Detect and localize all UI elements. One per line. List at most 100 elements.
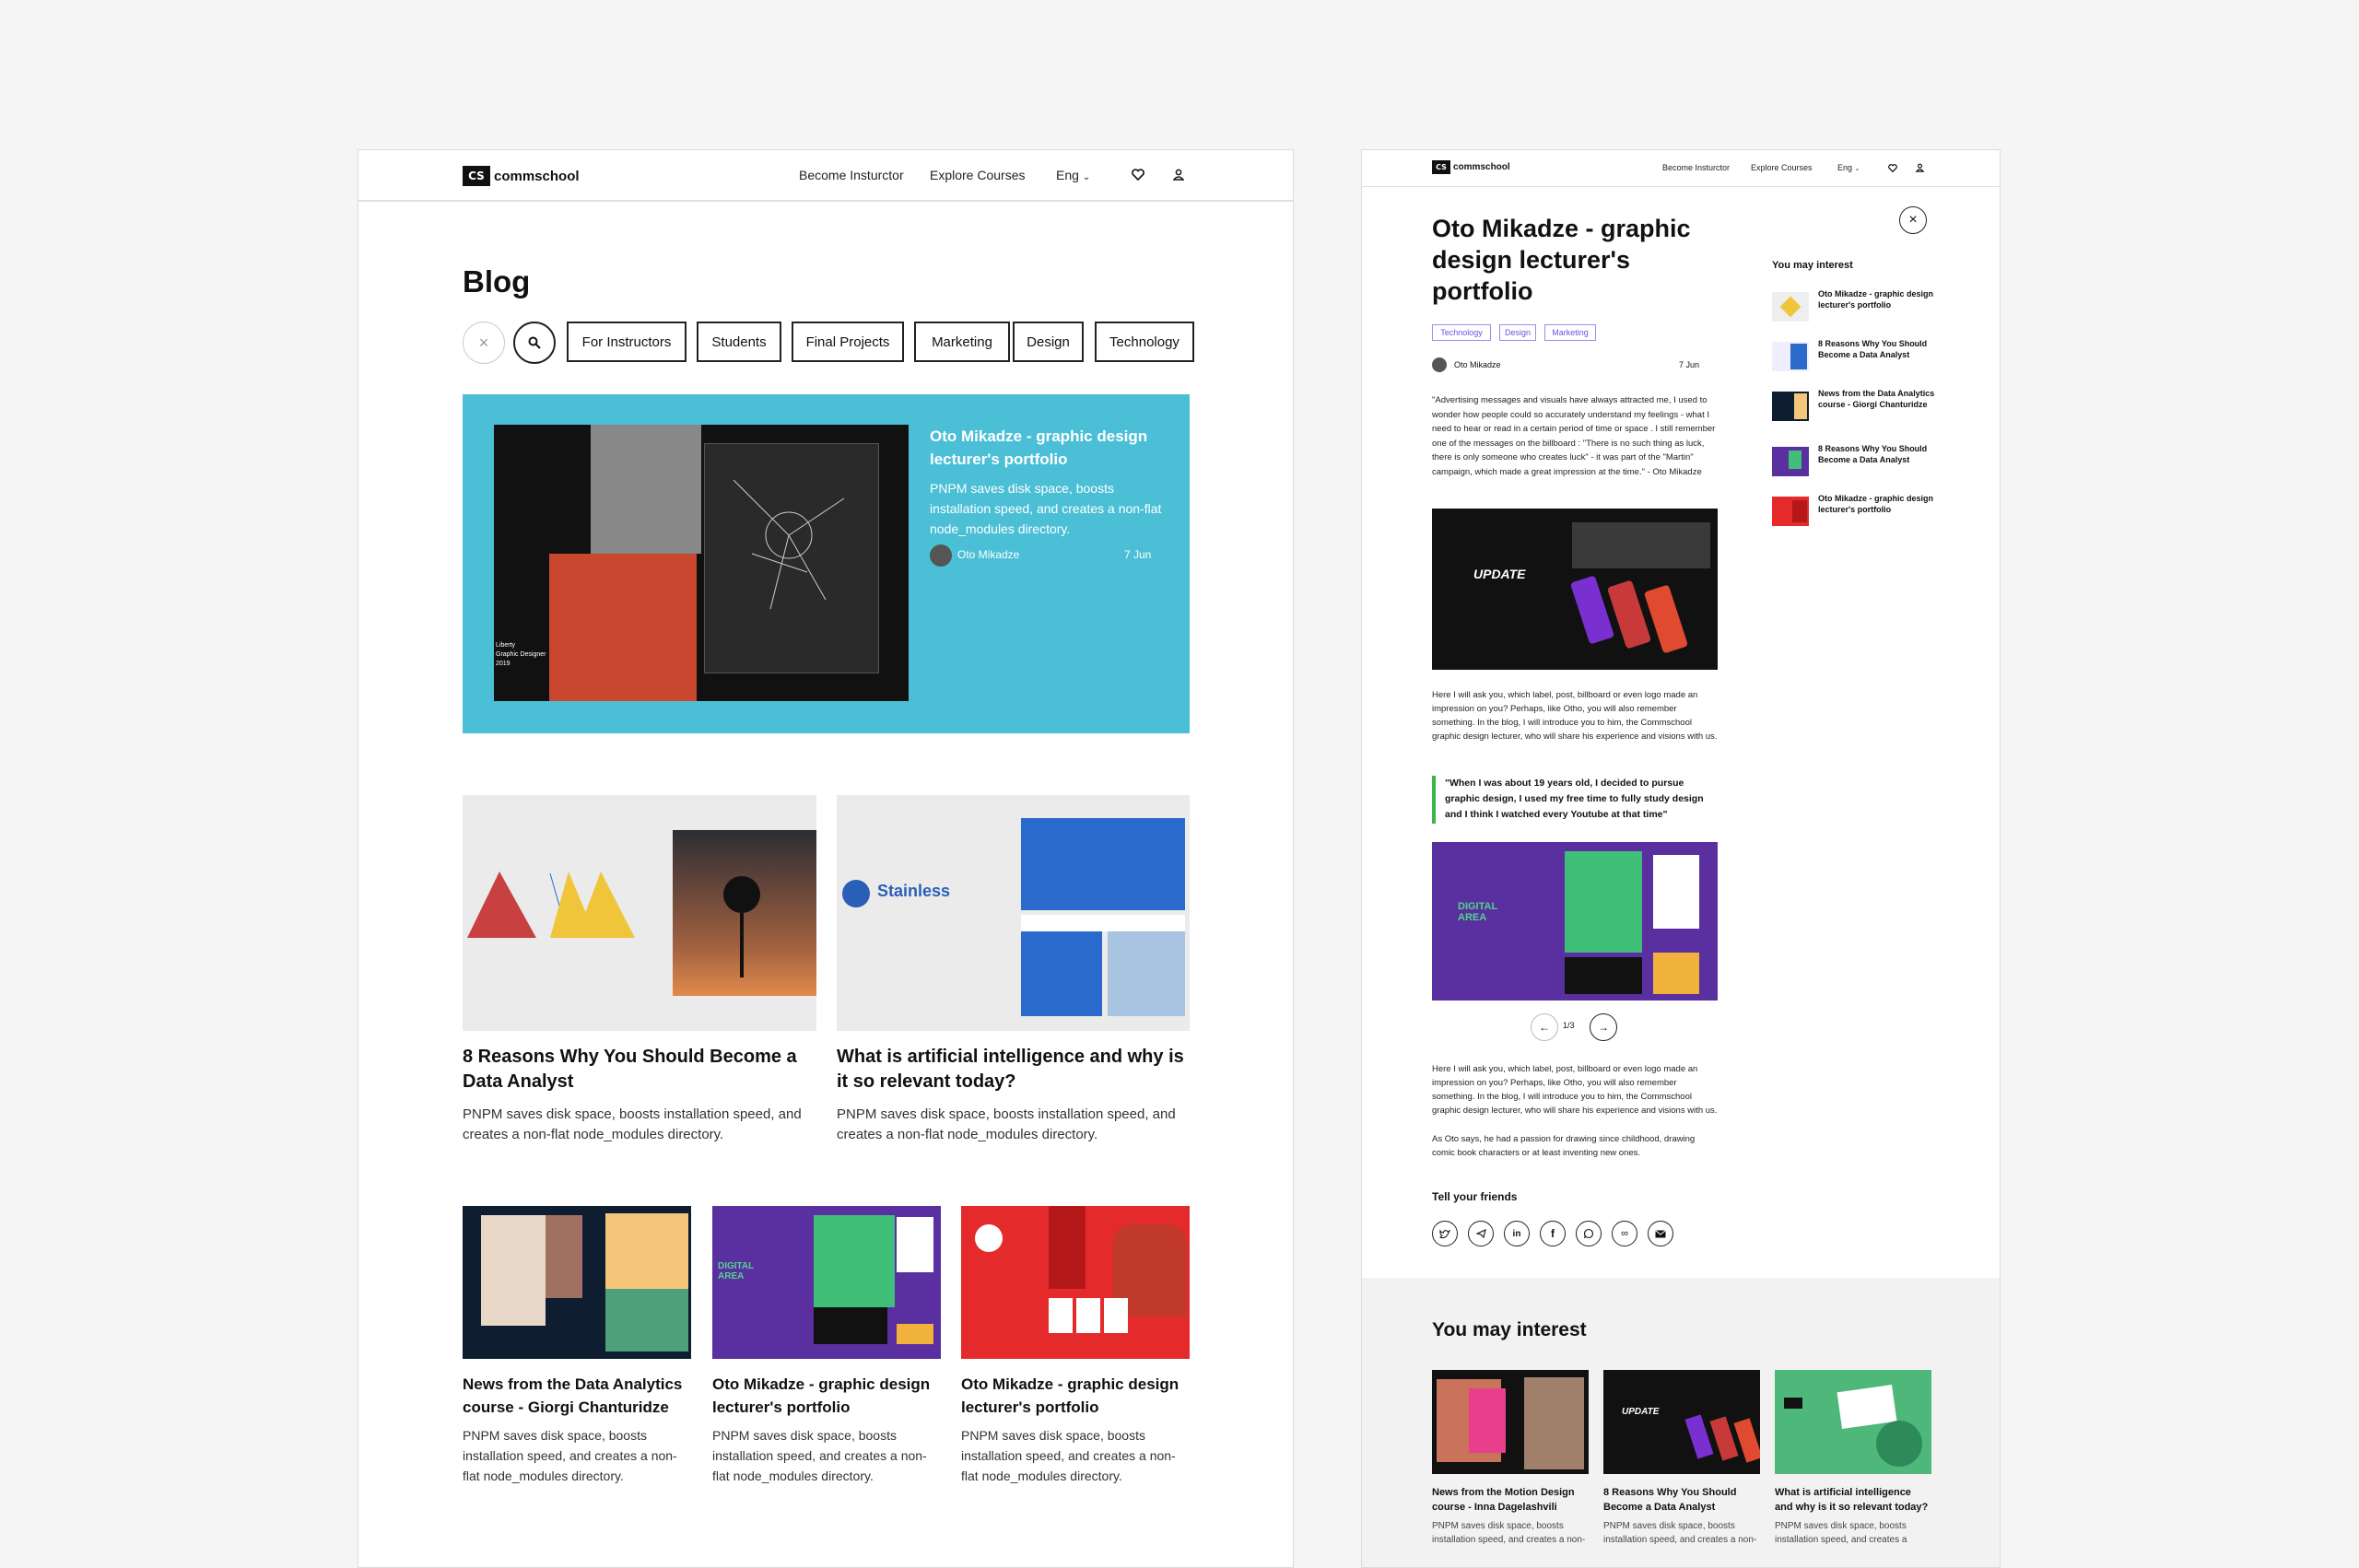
sidebar-item[interactable]: 8 Reasons Why You Should Become a Data A… [1772,338,1956,375]
arrow-left-icon: ← [1539,1021,1550,1034]
tag[interactable]: Marketing [1544,324,1596,341]
language-label: Eng [1056,168,1079,182]
sidebar-item-title: 8 Reasons Why You Should Become a Data A… [1818,339,1928,359]
sidebar-item[interactable]: Oto Mikadze - graphic design lecturer's … [1772,288,1956,325]
prev-button[interactable]: ← [1531,1013,1558,1041]
language-select[interactable]: Eng ⌄ [1837,163,1860,172]
featured-post[interactable]: Liberty Graphic Designer 2019 Oto Mikadz… [463,394,1190,733]
post-image[interactable] [463,795,816,1031]
post-title[interactable]: Oto Mikadze - graphic design lecturer's … [712,1373,941,1419]
featured-title[interactable]: Oto Mikadze - graphic design lecturer's … [930,425,1160,471]
clear-filter-button[interactable]: × [463,322,505,364]
sidebar-thumb [1772,447,1809,476]
sidebar-thumb [1772,292,1809,322]
next-button[interactable]: → [1590,1013,1617,1041]
filter-chip[interactable]: Technology [1095,322,1194,362]
sidebar-item[interactable]: News from the Data Analytics course - Gi… [1772,388,1956,425]
filter-chip[interactable]: Final Projects [792,322,904,362]
featured-image: Liberty Graphic Designer 2019 [494,425,909,701]
filter-chip[interactable]: Marketing [914,322,1010,362]
bottom-card-image[interactable] [1775,1370,1931,1474]
post-desc: PNPM saves disk space, boosts installati… [463,1428,677,1483]
brand-name: commschool [1453,162,1510,172]
close-button[interactable]: × [1899,206,1927,234]
bottom-card-desc: PNPM saves disk space, boosts installati… [1775,1521,1907,1545]
nav-become-instructor[interactable]: Become Insturctor [799,168,904,182]
email-icon[interactable] [1648,1221,1673,1246]
post-image[interactable] [961,1206,1190,1359]
post-title[interactable]: 8 Reasons Why You Should Become a Data A… [463,1045,816,1094]
tag[interactable]: Design [1499,324,1536,341]
post-desc: PNPM saves disk space, boosts installati… [463,1106,802,1142]
heart-icon[interactable] [1129,165,1147,183]
chevron-down-icon: ⌄ [1082,172,1091,182]
sidebar-item-title: News from the Data Analytics course - Gi… [1818,389,1935,409]
bottom-card-title[interactable]: News from the Motion Design course - Inn… [1432,1485,1589,1515]
user-icon[interactable] [1913,161,1926,174]
post-image[interactable]: DIGITAL AREA [712,1206,941,1359]
sidebar-item[interactable]: Oto Mikadze - graphic design lecturer's … [1772,493,1956,530]
post-title[interactable]: What is artificial intelligence and why … [837,1045,1190,1094]
sidebar-thumb [1772,392,1809,421]
nav-explore-courses[interactable]: Explore Courses [930,168,1026,182]
brand-logo[interactable]: CS commschool [1432,160,1510,174]
post-title[interactable]: Oto Mikadze - graphic design lecturer's … [961,1373,1190,1419]
bottom-card-image[interactable] [1432,1370,1589,1474]
close-icon: × [478,333,489,352]
user-icon[interactable] [1169,165,1188,183]
bottom-card-title[interactable]: 8 Reasons Why You Should Become a Data A… [1603,1485,1760,1515]
heart-icon[interactable] [1886,161,1899,174]
chevron-down-icon: ⌄ [1854,166,1860,172]
avatar [1432,357,1447,372]
search-button[interactable] [513,322,556,364]
blog-window: CS commschool Become Insturctor Explore … [358,149,1294,1568]
post-image[interactable]: Stainless [837,795,1190,1031]
telegram-icon[interactable] [1468,1221,1494,1246]
facebook-icon[interactable]: f [1540,1221,1566,1246]
image-label: Stainless [877,882,951,900]
nav-explore-courses[interactable]: Explore Courses [1751,163,1813,172]
whatsapp-icon[interactable] [1576,1221,1602,1246]
bottom-section: You may interest News from the Motion De… [1362,1278,2000,1567]
featured-date: 7 Jun [1124,548,1152,561]
page-title: Blog [463,264,531,298]
filter-chip[interactable]: Design [1013,322,1084,362]
post-image[interactable] [463,1206,691,1359]
article-paragraph: "Advertising messages and visuals have a… [1432,395,1716,477]
article-paragraph: As Oto says, he had a passion for drawin… [1432,1134,1696,1158]
filter-chip[interactable]: Students [697,322,781,362]
bottom-card-desc: PNPM saves disk space, boosts installati… [1432,1521,1586,1545]
post-title[interactable]: News from the Data Analytics course - Gi… [463,1373,691,1419]
sidebar-item-title: Oto Mikadze - graphic design lecturer's … [1818,494,1934,514]
twitter-icon[interactable] [1432,1221,1458,1246]
article-paragraph: Here I will ask you, which label, post, … [1432,1064,1718,1116]
search-icon [528,336,541,349]
article-author: Oto Mikadze [1454,360,1501,369]
filter-chip[interactable]: For Instructors [567,322,687,362]
bottom-card-image[interactable]: UPDATE [1603,1370,1760,1474]
logo-mark: CS [463,166,490,186]
language-label: Eng [1837,163,1853,172]
avatar [930,544,952,567]
sidebar-heading: You may interest [1772,260,1853,271]
post-desc: PNPM saves disk space, boosts installati… [712,1428,927,1483]
article-date: 7 Jun [1679,360,1700,369]
image-label: UPDATE [1622,1407,1660,1417]
logo-mark: CS [1432,160,1450,174]
linkedin-icon[interactable]: in [1504,1221,1530,1246]
close-icon: × [1908,212,1918,228]
brand-name: commschool [494,168,580,184]
poster-text: Liberty Graphic Designer 2019 [496,642,546,667]
article-quote: "When I was about 19 years old, I decide… [1445,778,1704,820]
tag[interactable]: Technology [1432,324,1491,341]
brand-logo[interactable]: CS commschool [463,166,580,186]
image-label: UPDATE [1473,567,1526,581]
language-select[interactable]: Eng ⌄ [1056,168,1090,182]
bottom-heading: You may interest [1432,1319,1587,1340]
sidebar-item[interactable]: 8 Reasons Why You Should Become a Data A… [1772,443,1956,480]
link-icon[interactable]: ∞ [1612,1221,1637,1246]
share-heading: Tell your friends [1432,1190,1518,1203]
nav-become-instructor[interactable]: Become Insturctor [1662,163,1730,172]
top-nav: CS commschool Become Insturctor Explore … [1362,150,2000,187]
bottom-card-title[interactable]: What is artificial intelligence and why … [1775,1485,1931,1515]
